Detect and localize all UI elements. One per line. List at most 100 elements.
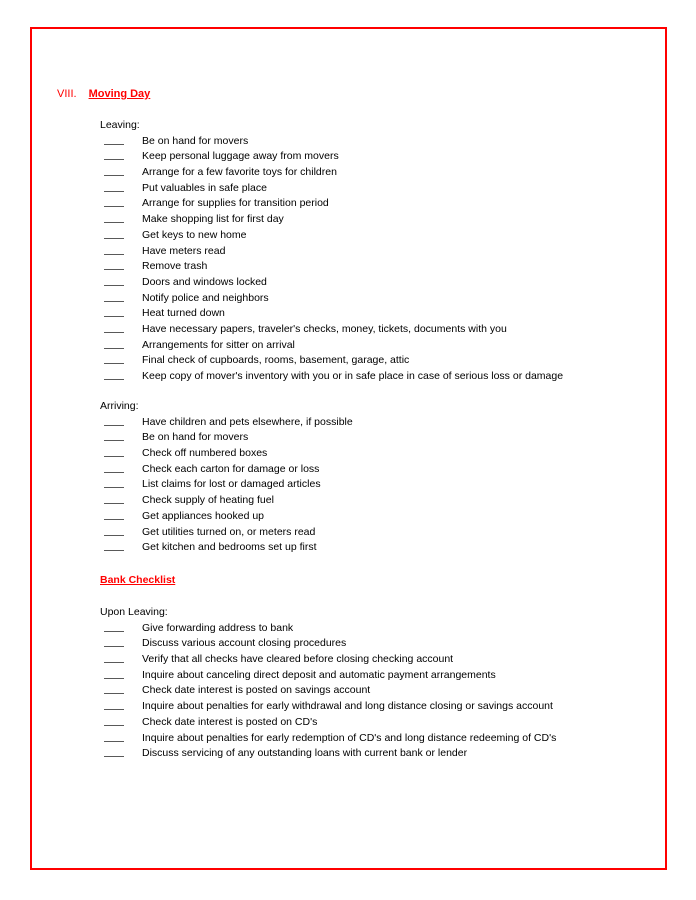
leaving-item-label: Arrange for supplies for transition peri… (142, 197, 329, 210)
checklist-item[interactable]: Give forwarding address to bank (100, 621, 556, 637)
checklist-item[interactable]: Heat turned down (100, 306, 563, 322)
checkbox-blank-line[interactable] (104, 756, 124, 758)
checklist-item[interactable]: Make shopping list for first day (100, 212, 563, 228)
checkbox-blank-line[interactable] (104, 550, 124, 552)
checklist-item[interactable]: Check off numbered boxes (100, 446, 353, 462)
checklist-item[interactable]: Doors and windows locked (100, 275, 563, 291)
checkbox-blank-line[interactable] (104, 363, 124, 365)
checkbox-blank-line[interactable] (104, 316, 124, 318)
checkbox-blank-line[interactable] (104, 379, 124, 381)
leaving-item-label: Arrangements for sitter on arrival (142, 338, 295, 351)
checkbox-blank-line[interactable] (104, 237, 124, 239)
checkbox-blank-line[interactable] (104, 534, 124, 536)
checklist-item[interactable]: Arrange for a few favorite toys for chil… (100, 165, 563, 181)
checklist-item[interactable]: Check date interest is posted on CD's (100, 715, 556, 731)
checklist-item[interactable]: Verify that all checks have cleared befo… (100, 652, 556, 668)
checklist-item[interactable]: Arrangements for sitter on arrival (100, 338, 563, 354)
arriving-item-label: List claims for lost or damaged articles (142, 478, 321, 491)
checkbox-blank-line[interactable] (104, 206, 124, 208)
checklist-item[interactable]: Check supply of heating fuel (100, 493, 353, 509)
checkbox-blank-line[interactable] (104, 503, 124, 505)
checkbox-blank-line[interactable] (104, 190, 124, 192)
checklist-item[interactable]: Remove trash (100, 259, 563, 275)
checklist-item[interactable]: Get kitchen and bedrooms set up first (100, 540, 353, 556)
leaving-item-label: Arrange for a few favorite toys for chil… (142, 166, 337, 179)
checkbox-blank-line[interactable] (104, 143, 124, 145)
checklist-item[interactable]: Be on hand for movers (100, 430, 353, 446)
section-title: Moving Day (88, 88, 151, 100)
checklist-item[interactable]: Check date interest is posted on savings… (100, 683, 556, 699)
checkbox-blank-line[interactable] (104, 440, 124, 442)
checklist-item[interactable]: Discuss various account closing procedur… (100, 636, 556, 652)
bank-item-label: Check date interest is posted on savings… (142, 684, 371, 697)
arriving-item-label: Get appliances hooked up (142, 509, 265, 522)
checkbox-blank-line[interactable] (104, 677, 124, 679)
arriving-item-label: Have children and pets elsewhere, if pos… (142, 415, 353, 428)
leaving-item-label: Heat turned down (142, 307, 225, 320)
leaving-item-label: Make shopping list for first day (142, 213, 284, 226)
checklist-item[interactable]: Have necessary papers, traveler's checks… (100, 322, 563, 338)
checklist-item[interactable]: Keep copy of mover's inventory with you … (100, 369, 563, 385)
checklist-arriving: Have children and pets elsewhere, if pos… (100, 415, 353, 556)
checkbox-blank-line[interactable] (104, 159, 124, 161)
group-label-arriving: Arriving: (100, 400, 139, 412)
checkbox-blank-line[interactable] (104, 253, 124, 255)
checkbox-blank-line[interactable] (104, 646, 124, 648)
checkbox-blank-line[interactable] (104, 424, 124, 426)
leaving-item-label: Be on hand for movers (142, 134, 249, 147)
checklist-leaving: Be on hand for movers Keep personal lugga… (100, 134, 563, 385)
checklist-bank: Give forwarding address to bank Discuss v… (100, 621, 556, 762)
checklist-item[interactable]: Get keys to new home (100, 228, 563, 244)
leaving-item-label: Keep personal luggage away from movers (142, 150, 339, 163)
leaving-item-label: Put valuables in safe place (142, 181, 267, 194)
checklist-item[interactable]: Notify police and neighbors (100, 291, 563, 307)
checkbox-blank-line[interactable] (104, 175, 124, 177)
checkbox-blank-line[interactable] (104, 740, 124, 742)
checklist-item[interactable]: Be on hand for movers (100, 134, 563, 150)
checklist-item[interactable]: Put valuables in safe place (100, 181, 563, 197)
checkbox-blank-line[interactable] (104, 347, 124, 349)
checkbox-blank-line[interactable] (104, 724, 124, 726)
leaving-item-label: Have meters read (142, 244, 226, 257)
checklist-item[interactable]: Inquire about penalties for early redemp… (100, 731, 556, 747)
arriving-item-label: Check supply of heating fuel (142, 494, 274, 507)
checklist-item[interactable]: Arrange for supplies for transition peri… (100, 196, 563, 212)
leaving-item-label: Doors and windows locked (142, 275, 267, 288)
bank-item-label: Give forwarding address to bank (142, 621, 294, 634)
checklist-item[interactable]: Inquire about canceling direct deposit a… (100, 668, 556, 684)
checkbox-blank-line[interactable] (104, 471, 124, 473)
bank-item-label: Discuss servicing of any outstanding loa… (142, 747, 468, 760)
checklist-item[interactable]: Have meters read (100, 244, 563, 260)
checklist-item[interactable]: Check each carton for damage or loss (100, 462, 353, 478)
checkbox-blank-line[interactable] (104, 300, 124, 302)
group-leaving: Leaving: Be on hand for movers Keep perso… (100, 118, 563, 385)
leaving-item-label: Remove trash (142, 260, 208, 273)
bank-item-label: Check date interest is posted on CD's (142, 715, 318, 728)
checkbox-blank-line[interactable] (104, 487, 124, 489)
leaving-item-label: Final check of cupboards, rooms, basemen… (142, 354, 410, 367)
checklist-item[interactable]: Final check of cupboards, rooms, basemen… (100, 353, 563, 369)
checklist-item[interactable]: Get utilities turned on, or meters read (100, 525, 353, 541)
checklist-item[interactable]: Keep personal luggage away from movers (100, 149, 563, 165)
checkbox-blank-line[interactable] (104, 456, 124, 458)
group-label-leaving: Leaving: (100, 119, 140, 131)
checkbox-blank-line[interactable] (104, 222, 124, 224)
checklist-item[interactable]: Inquire about penalties for early withdr… (100, 699, 556, 715)
group-label-upon-leaving: Upon Leaving: (100, 606, 168, 618)
section-heading: VIII. Moving Day (57, 88, 150, 101)
checkbox-blank-line[interactable] (104, 693, 124, 695)
checklist-item[interactable]: Get appliances hooked up (100, 509, 353, 525)
checkbox-blank-line[interactable] (104, 269, 124, 271)
checkbox-blank-line[interactable] (104, 662, 124, 664)
bank-checklist-heading: Bank Checklist (100, 574, 176, 586)
arriving-item-label: Check each carton for damage or loss (142, 462, 320, 475)
checklist-item[interactable]: Discuss servicing of any outstanding loa… (100, 746, 556, 762)
checkbox-blank-line[interactable] (104, 331, 124, 333)
checkbox-blank-line[interactable] (104, 709, 124, 711)
checkbox-blank-line[interactable] (104, 284, 124, 286)
checklist-item[interactable]: Have children and pets elsewhere, if pos… (100, 415, 353, 431)
checklist-item[interactable]: List claims for lost or damaged articles (100, 477, 353, 493)
leaving-item-label: Keep copy of mover's inventory with you … (142, 370, 564, 383)
checkbox-blank-line[interactable] (104, 518, 124, 520)
checkbox-blank-line[interactable] (104, 630, 124, 632)
